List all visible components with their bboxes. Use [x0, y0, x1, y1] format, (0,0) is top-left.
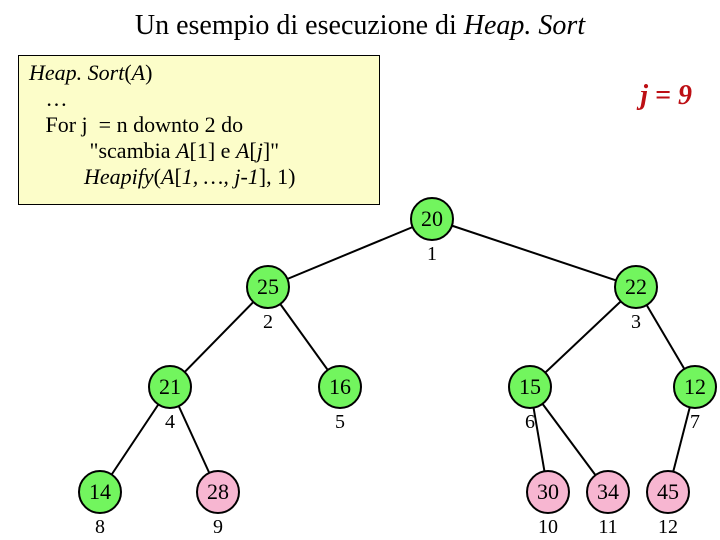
tree-node-11: 34: [586, 470, 630, 514]
node-value: 16: [329, 374, 351, 400]
tree-index-6: 6: [508, 411, 552, 434]
tree-index-3: 3: [614, 311, 658, 334]
tree-node-2: 25: [246, 265, 290, 309]
tree-index-5: 5: [318, 411, 362, 434]
tree-node-8: 14: [78, 470, 122, 514]
tree-node-10: 30: [526, 470, 570, 514]
tree-index-10: 10: [526, 516, 570, 539]
node-value: 25: [257, 274, 279, 300]
node-value: 15: [519, 374, 541, 400]
tree-index-12: 12: [646, 516, 690, 539]
node-value: 34: [597, 479, 619, 505]
tree-index-9: 9: [196, 516, 240, 539]
tree-index-1: 1: [410, 243, 454, 266]
node-value: 20: [421, 206, 443, 232]
tree-node-12: 45: [646, 470, 690, 514]
node-value: 12: [684, 374, 706, 400]
tree-node-1: 20: [410, 197, 454, 241]
tree-node-3: 22: [614, 265, 658, 309]
node-value: 14: [89, 479, 111, 505]
tree-index-2: 2: [246, 311, 290, 334]
tree-node-6: 15: [508, 365, 552, 409]
node-value: 30: [537, 479, 559, 505]
node-value: 22: [625, 274, 647, 300]
tree-edges: [0, 0, 720, 540]
node-value: 21: [159, 374, 181, 400]
tree-node-9: 28: [196, 470, 240, 514]
tree-node-5: 16: [318, 365, 362, 409]
tree-node-4: 21: [148, 365, 192, 409]
tree-index-8: 8: [78, 516, 122, 539]
tree-node-7: 12: [673, 365, 717, 409]
tree-index-11: 11: [586, 516, 630, 539]
node-value: 45: [657, 479, 679, 505]
tree-index-4: 4: [148, 411, 192, 434]
tree-index-7: 7: [673, 411, 717, 434]
node-value: 28: [207, 479, 229, 505]
